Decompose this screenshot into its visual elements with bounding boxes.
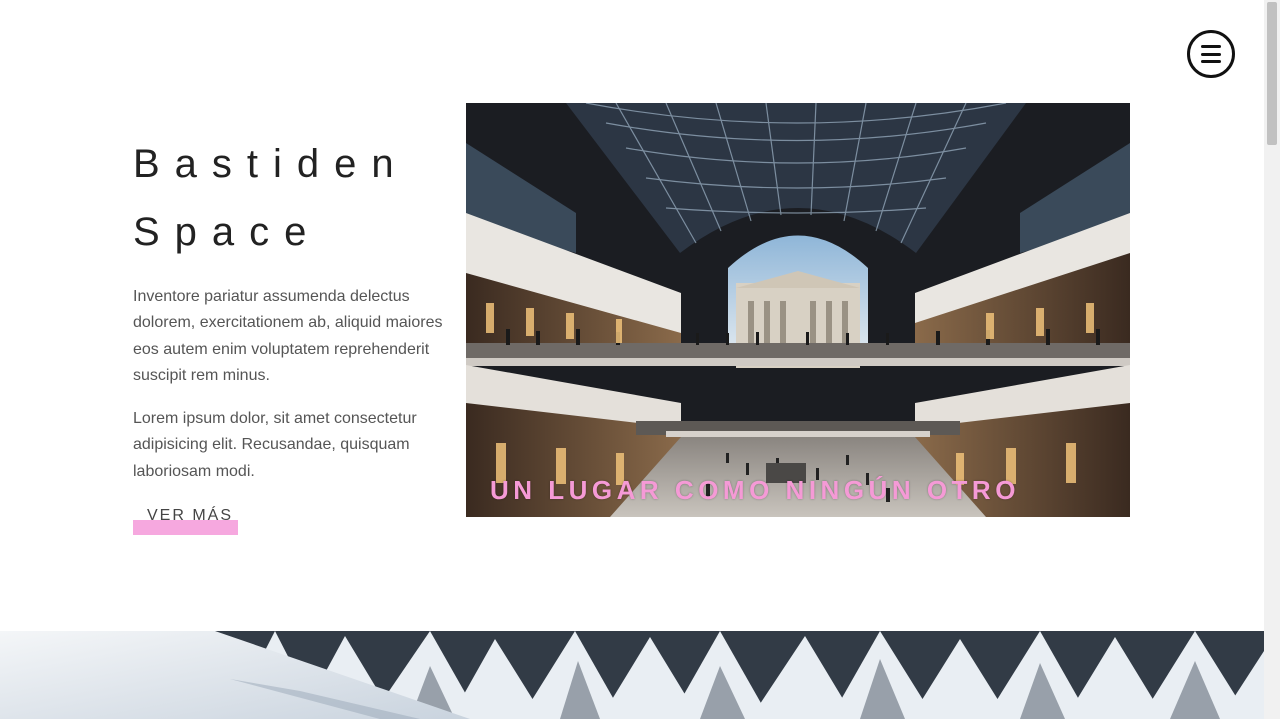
hamburger-menu-icon	[1201, 45, 1221, 63]
intro-text: Inventore pariatur assumenda delectus do…	[133, 284, 458, 502]
scrollbar-thumb[interactable]	[1267, 2, 1277, 145]
hero-image: UN LUGAR COMO NINGÚN OTRO	[466, 103, 1130, 517]
ver-mas-link[interactable]: VER MÁS	[133, 504, 238, 536]
hero-caption: UN LUGAR COMO NINGÚN OTRO	[490, 475, 1020, 505]
intro-paragraph-2: Lorem ipsum dolor, sit amet consectetur …	[133, 410, 417, 480]
page-title: Bastiden Space	[133, 130, 453, 266]
page-scrollbar[interactable]	[1264, 0, 1280, 719]
intro-paragraph-1: Inventore pariatur assumenda delectus do…	[133, 288, 443, 384]
snow-forest-illustration	[0, 631, 1264, 719]
title-line-1: Bastiden	[133, 142, 409, 186]
menu-button[interactable]	[1187, 30, 1235, 78]
page: Bastiden Space Inventore pariatur assume…	[0, 0, 1280, 719]
ver-mas-label: VER MÁS	[147, 507, 234, 524]
title-line-2: Space	[133, 210, 322, 254]
mall-atrium-illustration	[466, 103, 1130, 517]
snow-forest-image	[0, 631, 1264, 719]
